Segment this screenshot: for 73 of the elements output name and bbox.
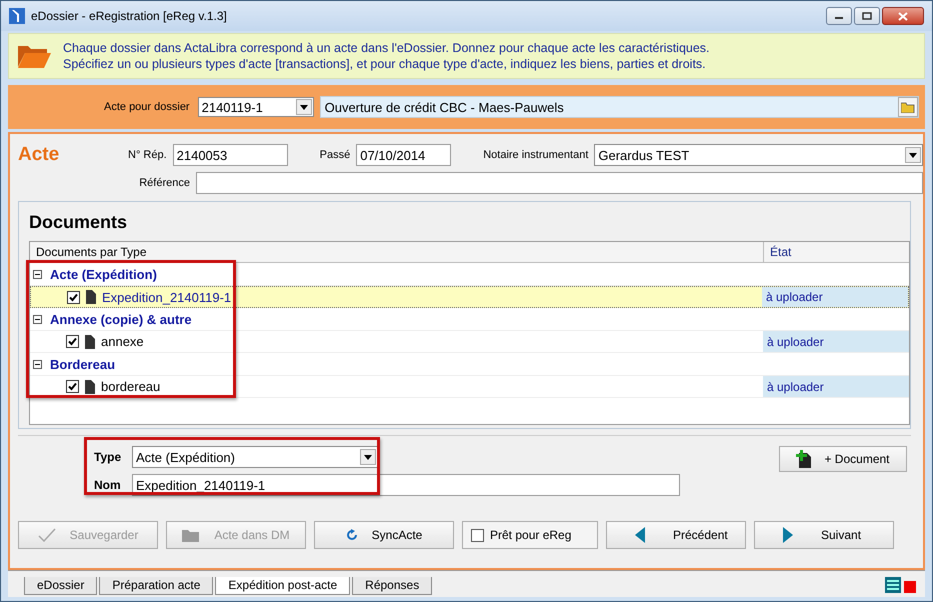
section-title: Acte [18, 144, 60, 166]
collapse-toggle[interactable] [33, 360, 42, 368]
document-name: bordereau [101, 379, 162, 394]
close-button[interactable] [882, 7, 924, 25]
info-text: Chaque dossier dans ActaLibra correspond à un acte dans l'eDossier. Donnez pour chaque acte les caractéristiques. [63, 41, 710, 55]
date-field[interactable]: 07/10/2014 [356, 144, 452, 166]
field-label: Nom [94, 478, 122, 492]
caret-icon [364, 454, 372, 460]
field-label: Type [94, 450, 122, 464]
group-label[interactable]: Annexe (copie) & autre [50, 312, 192, 326]
checkmark-icon [38, 528, 56, 542]
status-cell: à uploader [763, 376, 909, 397]
app-icon [9, 8, 25, 24]
info-text: Spécifiez un ou plusieurs types d'acte [transactions], et pour chaque type d'acte, indiquez les biens, parties et droits. [63, 57, 707, 71]
notary-select[interactable]: Gerardus TEST [594, 144, 923, 166]
window-title: eDossier - eRegistration [eReg v.1.3] [31, 9, 227, 23]
folder-icon [901, 102, 915, 112]
tab[interactable]: Réponses [352, 577, 432, 595]
column-header[interactable]: Documents par Type [30, 242, 764, 262]
caret-icon [909, 152, 917, 158]
maximize-icon [862, 12, 872, 20]
close-icon [898, 12, 908, 20]
field-label: Notaire instrumentant [483, 149, 588, 161]
action-button[interactable]: SyncActe [314, 521, 454, 549]
maximize-button[interactable] [854, 7, 880, 25]
tab[interactable]: Expédition post-acte [215, 577, 350, 595]
section-title: Documents [29, 211, 128, 234]
checkbox[interactable] [66, 380, 79, 393]
name-field[interactable]: Expedition_2140119-1 [132, 474, 680, 496]
group-label[interactable]: Bordereau [50, 356, 116, 372]
document-row[interactable]: annexe à uploader [30, 331, 909, 353]
dossier-description-field[interactable]: Ouverture de crédit CBC - Maes-Pauwels [320, 96, 919, 118]
status-cell: à uploader [763, 331, 909, 352]
document-name: Expedition_2140119-1 [102, 290, 232, 304]
folder-icon [17, 43, 51, 69]
reference-field[interactable] [196, 172, 923, 194]
left-arrow-icon [635, 527, 645, 543]
refresh-icon [346, 529, 358, 541]
right-arrow-icon [783, 527, 793, 543]
document-name: annexe [101, 334, 145, 349]
field-label: Référence [138, 177, 191, 189]
document-icon [86, 290, 96, 304]
type-select[interactable]: Acte (Expédition) [132, 446, 378, 468]
field-label: N° Rép. [128, 149, 167, 161]
document-icon [85, 380, 95, 394]
open-folder-button[interactable] [898, 97, 918, 117]
checkbox[interactable] [67, 290, 80, 304]
checkbox-icon [471, 528, 484, 542]
minimize-button[interactable] [826, 7, 852, 25]
tab[interactable]: eDossier [24, 577, 98, 595]
add-document-button[interactable]: + Document [779, 446, 907, 472]
status-cell: à uploader [762, 287, 908, 307]
rep-field[interactable]: 2140053 [172, 144, 288, 166]
tab[interactable]: Préparation acte [99, 577, 214, 595]
action-button[interactable]: Suivant [754, 521, 894, 549]
folder-icon [182, 528, 200, 542]
document-row[interactable]: bordereau à uploader [30, 376, 909, 398]
checkbox[interactable] [66, 335, 79, 348]
list-icon [885, 577, 901, 593]
column-header[interactable]: État [764, 242, 909, 262]
status-indicator-icon [904, 581, 916, 593]
group-label[interactable]: Acte (Expédition) [50, 266, 157, 282]
ready-checkbox[interactable]: Prêt pour eReg [462, 521, 598, 549]
field-label: Acte pour dossier [104, 101, 190, 113]
new-document-icon [796, 450, 812, 468]
collapse-toggle[interactable] [33, 314, 42, 324]
action-button[interactable]: Précédent [606, 521, 746, 549]
field-label: Passé [320, 149, 350, 161]
collapse-toggle[interactable] [33, 270, 42, 278]
document-row[interactable]: Expedition_2140119-1 à uploader [30, 286, 909, 308]
dossier-select[interactable]: 2140119-1 [198, 97, 314, 117]
caret-icon [300, 104, 308, 110]
document-icon [85, 334, 95, 348]
